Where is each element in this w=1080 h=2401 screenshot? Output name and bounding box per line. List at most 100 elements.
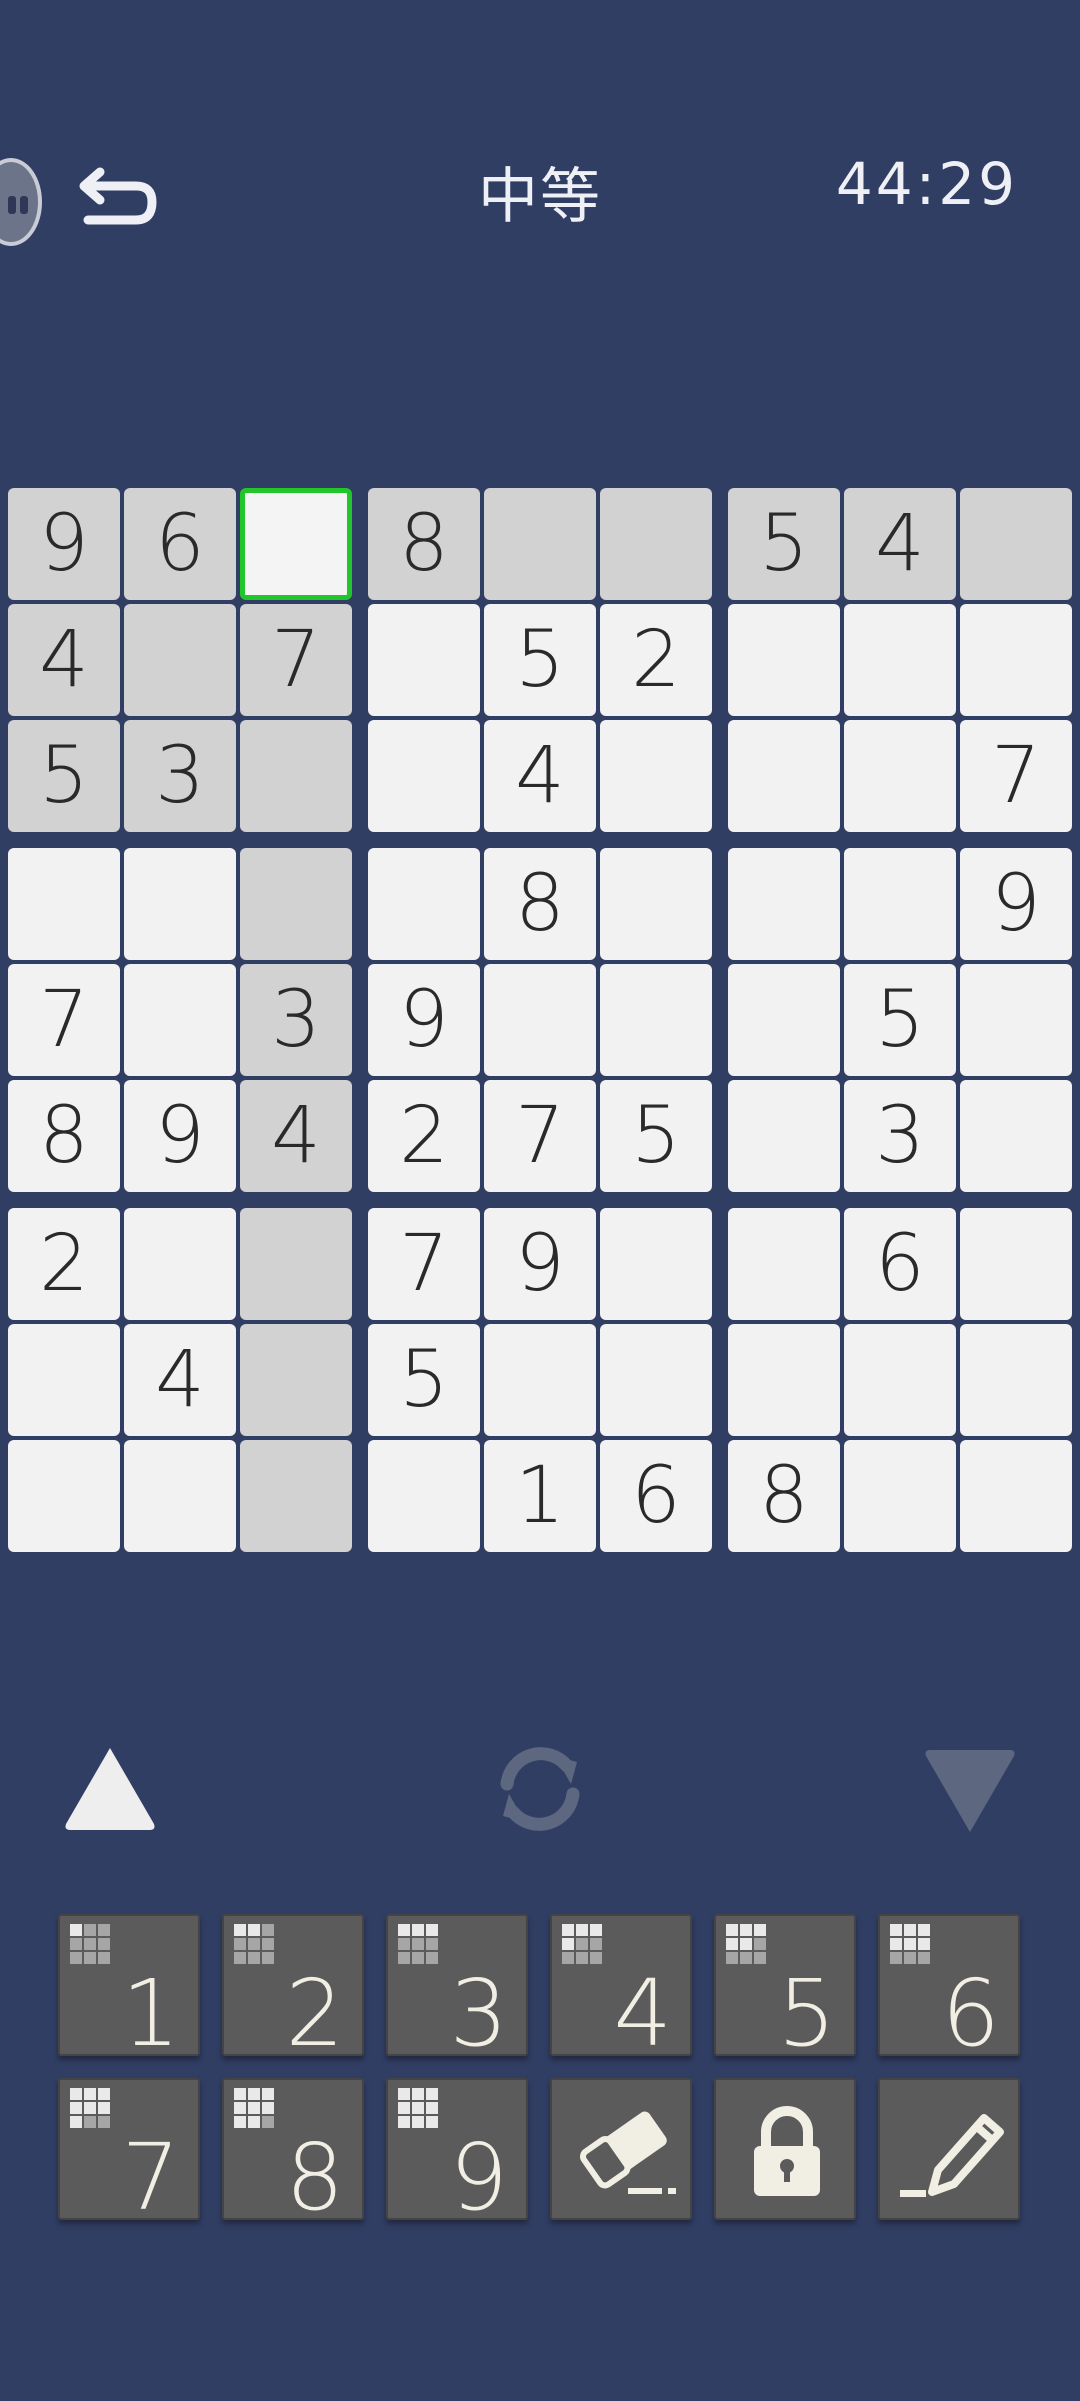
sudoku-cell[interactable] [960,1208,1072,1320]
sudoku-cell[interactable]: 9 [124,1080,236,1192]
sudoku-cell[interactable] [960,604,1072,716]
sudoku-cell[interactable] [484,488,596,600]
sudoku-cell[interactable] [728,1208,840,1320]
sudoku-cell[interactable]: 9 [960,848,1072,960]
digit-key[interactable]: 6 [878,1914,1020,2060]
triangle-up-icon[interactable] [60,1740,160,1840]
sudoku-cell[interactable]: 2 [8,1208,120,1320]
sudoku-cell[interactable] [124,964,236,1076]
sudoku-cell[interactable] [600,488,712,600]
sudoku-cell[interactable] [600,1324,712,1436]
digit-key[interactable]: 1 [58,1914,200,2060]
sudoku-cell[interactable]: 9 [484,1208,596,1320]
sudoku-cell[interactable] [728,720,840,832]
sudoku-cell[interactable]: 8 [368,488,480,600]
sudoku-cell[interactable] [124,848,236,960]
sudoku-cell[interactable] [728,1324,840,1436]
digit-key[interactable]: 9 [386,2078,528,2224]
sudoku-cell[interactable]: 6 [124,488,236,600]
sudoku-cell[interactable] [600,1208,712,1320]
sudoku-cell[interactable]: 6 [600,1440,712,1552]
sudoku-cell[interactable]: 4 [844,488,956,600]
pencil-button[interactable] [878,2078,1020,2220]
digit-key[interactable]: 4 [550,1914,692,2060]
sudoku-cell[interactable]: 7 [240,604,352,716]
triangle-down-icon[interactable] [920,1740,1020,1840]
sudoku-cell[interactable] [240,1208,352,1320]
sudoku-cell[interactable]: 7 [484,1080,596,1192]
sudoku-cell[interactable] [960,1080,1072,1192]
sudoku-cell[interactable] [728,604,840,716]
sudoku-cell[interactable] [844,720,956,832]
sudoku-cell[interactable] [960,964,1072,1076]
digit-key[interactable]: 2 [222,1914,364,2060]
sudoku-cell[interactable]: 8 [484,848,596,960]
sudoku-cell[interactable] [8,1324,120,1436]
sudoku-cell[interactable] [960,488,1072,600]
sudoku-cell[interactable]: 5 [600,1080,712,1192]
sudoku-cell[interactable] [240,488,352,600]
sudoku-cell[interactable]: 3 [240,964,352,1076]
sudoku-cell[interactable] [484,964,596,1076]
sudoku-cell[interactable]: 7 [960,720,1072,832]
sudoku-cell[interactable]: 6 [844,1208,956,1320]
sudoku-cell[interactable] [960,1324,1072,1436]
sudoku-cell[interactable]: 3 [844,1080,956,1192]
sudoku-cell[interactable] [124,1440,236,1552]
sudoku-cell[interactable] [844,1324,956,1436]
digit-key[interactable]: 7 [58,2078,200,2224]
sudoku-cell[interactable] [960,1440,1072,1552]
sudoku-cell[interactable] [124,604,236,716]
sudoku-cell[interactable] [600,964,712,1076]
sudoku-cell[interactable] [124,1208,236,1320]
sudoku-cell[interactable] [728,848,840,960]
sudoku-cell[interactable] [368,604,480,716]
sudoku-cell[interactable]: 5 [728,488,840,600]
sudoku-cell[interactable]: 7 [8,964,120,1076]
sudoku-cell[interactable] [368,1440,480,1552]
sudoku-cell[interactable] [844,848,956,960]
sudoku-cell[interactable]: 4 [8,604,120,716]
sudoku-cell[interactable]: 7 [368,1208,480,1320]
sudoku-cell[interactable]: 5 [8,720,120,832]
sudoku-cell[interactable] [728,964,840,1076]
sudoku-cell[interactable] [600,720,712,832]
sudoku-cell[interactable]: 4 [240,1080,352,1192]
sudoku-cell[interactable]: 4 [124,1324,236,1436]
sudoku-cell[interactable]: 8 [728,1440,840,1552]
sudoku-cell[interactable] [844,604,956,716]
lock-button[interactable] [714,2078,856,2220]
erase-button[interactable] [550,2078,692,2220]
sudoku-cell[interactable] [728,1080,840,1192]
sudoku-cell[interactable]: 8 [8,1080,120,1192]
sudoku-cell[interactable]: 3 [124,720,236,832]
sudoku-cell[interactable] [844,1440,956,1552]
sudoku-cell[interactable] [368,720,480,832]
sudoku-cell[interactable]: 9 [368,964,480,1076]
back-arrow-icon[interactable] [78,150,162,234]
sudoku-cell[interactable] [240,1324,352,1436]
sudoku-cell[interactable]: 4 [484,720,596,832]
controls-row [0,1740,1080,1880]
sudoku-cell[interactable]: 5 [368,1324,480,1436]
refresh-icon[interactable] [485,1734,595,1844]
sudoku-cell[interactable] [8,1440,120,1552]
sudoku-cell[interactable]: 1 [484,1440,596,1552]
sudoku-cell[interactable] [240,1440,352,1552]
sudoku-cell[interactable]: 2 [600,604,712,716]
sudoku-cell[interactable] [8,848,120,960]
sudoku-cell[interactable]: 9 [8,488,120,600]
sudoku-cell[interactable] [368,848,480,960]
digit-progress-dots [234,2088,276,2130]
sudoku-cell[interactable] [600,848,712,960]
sudoku-cell[interactable]: 2 [368,1080,480,1192]
sudoku-cell[interactable]: 5 [484,604,596,716]
digit-key[interactable]: 3 [386,1914,528,2060]
sudoku-cell[interactable] [240,720,352,832]
digit-key[interactable]: 5 [714,1914,856,2060]
ghost-avatar-icon[interactable] [0,158,42,246]
sudoku-cell[interactable] [484,1324,596,1436]
digit-key[interactable]: 8 [222,2078,364,2224]
sudoku-cell[interactable] [240,848,352,960]
sudoku-cell[interactable]: 5 [844,964,956,1076]
